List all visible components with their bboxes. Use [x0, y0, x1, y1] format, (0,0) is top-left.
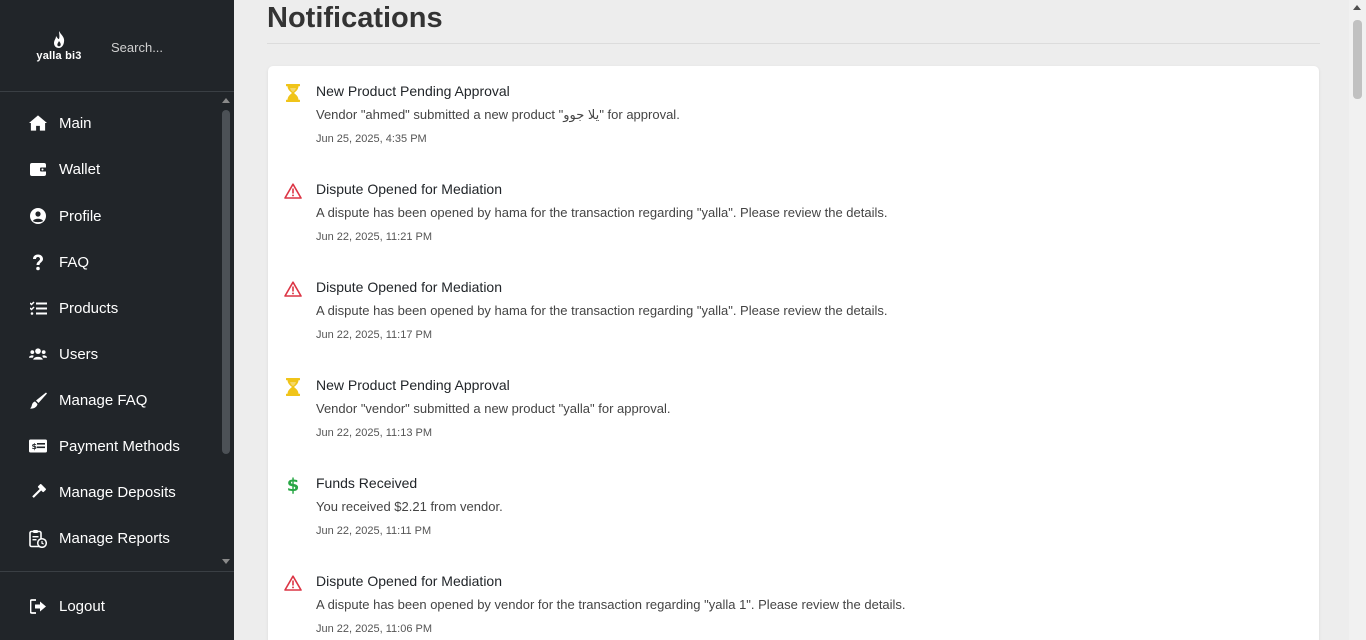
- scrollbar-thumb[interactable]: [222, 110, 230, 454]
- sidebar-item-manage-faq[interactable]: Manage FAQ: [0, 380, 220, 420]
- sidebar-item-manage-deposits[interactable]: Manage Deposits: [0, 472, 220, 512]
- sidebar-item-label: Payment Methods: [59, 437, 180, 455]
- sidebar-item-payment-methods[interactable]: $ Payment Methods: [0, 426, 220, 466]
- notification-title: New Product Pending Approval: [316, 83, 510, 99]
- hourglass-icon: [283, 377, 303, 397]
- notification-time: Jun 22, 2025, 11:13 PM: [316, 427, 432, 439]
- notification-title: New Product Pending Approval: [316, 377, 510, 393]
- sidebar-item-label: Products: [59, 299, 119, 317]
- scroll-down-icon[interactable]: [222, 559, 230, 564]
- sidebar-item-label: Users: [59, 345, 99, 363]
- notification-item[interactable]: New Product Pending Approval Vendor "ahm…: [268, 66, 1319, 164]
- sidebar-item-products[interactable]: Products: [0, 288, 220, 328]
- sidebar-item-main[interactable]: Main: [0, 103, 220, 143]
- warning-icon: [283, 181, 303, 201]
- logo[interactable]: yalla bi3: [35, 31, 83, 62]
- notifications-list: New Product Pending Approval Vendor "ahm…: [268, 66, 1319, 640]
- sidebar-item-label: Main: [59, 114, 92, 132]
- list-check-icon: [29, 299, 47, 317]
- logo-text: yalla bi3: [36, 50, 82, 62]
- question-icon: [29, 253, 47, 271]
- sidebar-item-label: Manage FAQ: [59, 391, 148, 409]
- dollar-icon: $: [283, 475, 303, 495]
- sidebar-item-label: Manage Deposits: [59, 483, 176, 501]
- gavel-icon: [29, 483, 47, 501]
- sidebar-item-users[interactable]: Users: [0, 334, 220, 374]
- logout-button[interactable]: Logout: [0, 586, 234, 626]
- sidebar-footer: Logout: [0, 571, 234, 640]
- sidebar-item-profile[interactable]: Profile: [0, 196, 220, 236]
- notification-time: Jun 22, 2025, 11:17 PM: [316, 329, 432, 341]
- page-title: Notifications: [267, 2, 443, 34]
- notification-item[interactable]: $ Funds Received You received $2.21 from…: [268, 458, 1319, 556]
- notification-title: Funds Received: [316, 475, 418, 491]
- sidebar-item-faq[interactable]: FAQ: [0, 242, 220, 282]
- search-input[interactable]: [111, 38, 221, 56]
- notification-time: Jun 22, 2025, 11:06 PM: [316, 623, 432, 635]
- scrollbar-thumb[interactable]: [1353, 20, 1362, 99]
- notification-title: Dispute Opened for Mediation: [316, 279, 502, 295]
- home-icon: [29, 114, 47, 132]
- brush-icon: [29, 391, 47, 409]
- notification-title: Dispute Opened for Mediation: [316, 181, 502, 197]
- svg-text:$: $: [287, 475, 299, 495]
- flame-icon: [54, 31, 65, 48]
- sidebar-item-manage-reports[interactable]: Manage Reports: [0, 518, 220, 558]
- sidebar-scrollbar[interactable]: [220, 96, 232, 566]
- wallet-icon: [29, 160, 47, 178]
- hourglass-icon: [283, 83, 303, 103]
- page-scrollbar[interactable]: [1349, 0, 1366, 640]
- sidebar-item-label: Manage Reports: [59, 529, 170, 547]
- notification-message: You received $2.21 from vendor.: [316, 499, 503, 514]
- sidebar-nav: Main Wallet Profile FAQ Products Users M…: [0, 100, 220, 560]
- sidebar-item-label: Wallet: [59, 160, 101, 178]
- svg-text:$: $: [32, 442, 38, 451]
- logout-label: Logout: [59, 597, 105, 615]
- logout-icon: [29, 597, 47, 615]
- sidebar-item-label: FAQ: [59, 253, 90, 271]
- sidebar-item-label: Profile: [59, 207, 102, 225]
- notification-message: Vendor "ahmed" submitted a new product "…: [316, 107, 680, 122]
- notification-item[interactable]: Dispute Opened for Mediation A dispute h…: [268, 164, 1319, 262]
- notification-item[interactable]: Dispute Opened for Mediation A dispute h…: [268, 556, 1319, 640]
- notification-time: Jun 25, 2025, 4:35 PM: [316, 133, 427, 145]
- sidebar-brand: yalla bi3: [0, 0, 234, 92]
- notification-message: A dispute has been opened by vendor for …: [316, 597, 906, 612]
- warning-icon: [283, 573, 303, 593]
- user-circle-icon: [29, 207, 47, 225]
- money-check-icon: $: [29, 437, 47, 455]
- warning-icon: [283, 279, 303, 299]
- notification-item[interactable]: New Product Pending Approval Vendor "ven…: [268, 360, 1319, 458]
- notification-message: A dispute has been opened by hama for th…: [316, 303, 888, 318]
- notification-message: A dispute has been opened by hama for th…: [316, 205, 888, 220]
- sidebar-item-wallet[interactable]: Wallet: [0, 149, 220, 189]
- notification-message: Vendor "vendor" submitted a new product …: [316, 401, 671, 416]
- scroll-up-icon[interactable]: [1353, 5, 1361, 10]
- title-divider: [267, 43, 1320, 44]
- notification-time: Jun 22, 2025, 11:11 PM: [316, 525, 432, 537]
- clipboard-clock-icon: [29, 529, 47, 548]
- scroll-up-icon[interactable]: [222, 98, 230, 103]
- sidebar: yalla bi3 Main Wallet Profile FA: [0, 0, 234, 640]
- users-icon: [29, 345, 47, 363]
- notification-time: Jun 22, 2025, 11:21 PM: [316, 231, 432, 243]
- notification-title: Dispute Opened for Mediation: [316, 573, 502, 589]
- notification-item[interactable]: Dispute Opened for Mediation A dispute h…: [268, 262, 1319, 360]
